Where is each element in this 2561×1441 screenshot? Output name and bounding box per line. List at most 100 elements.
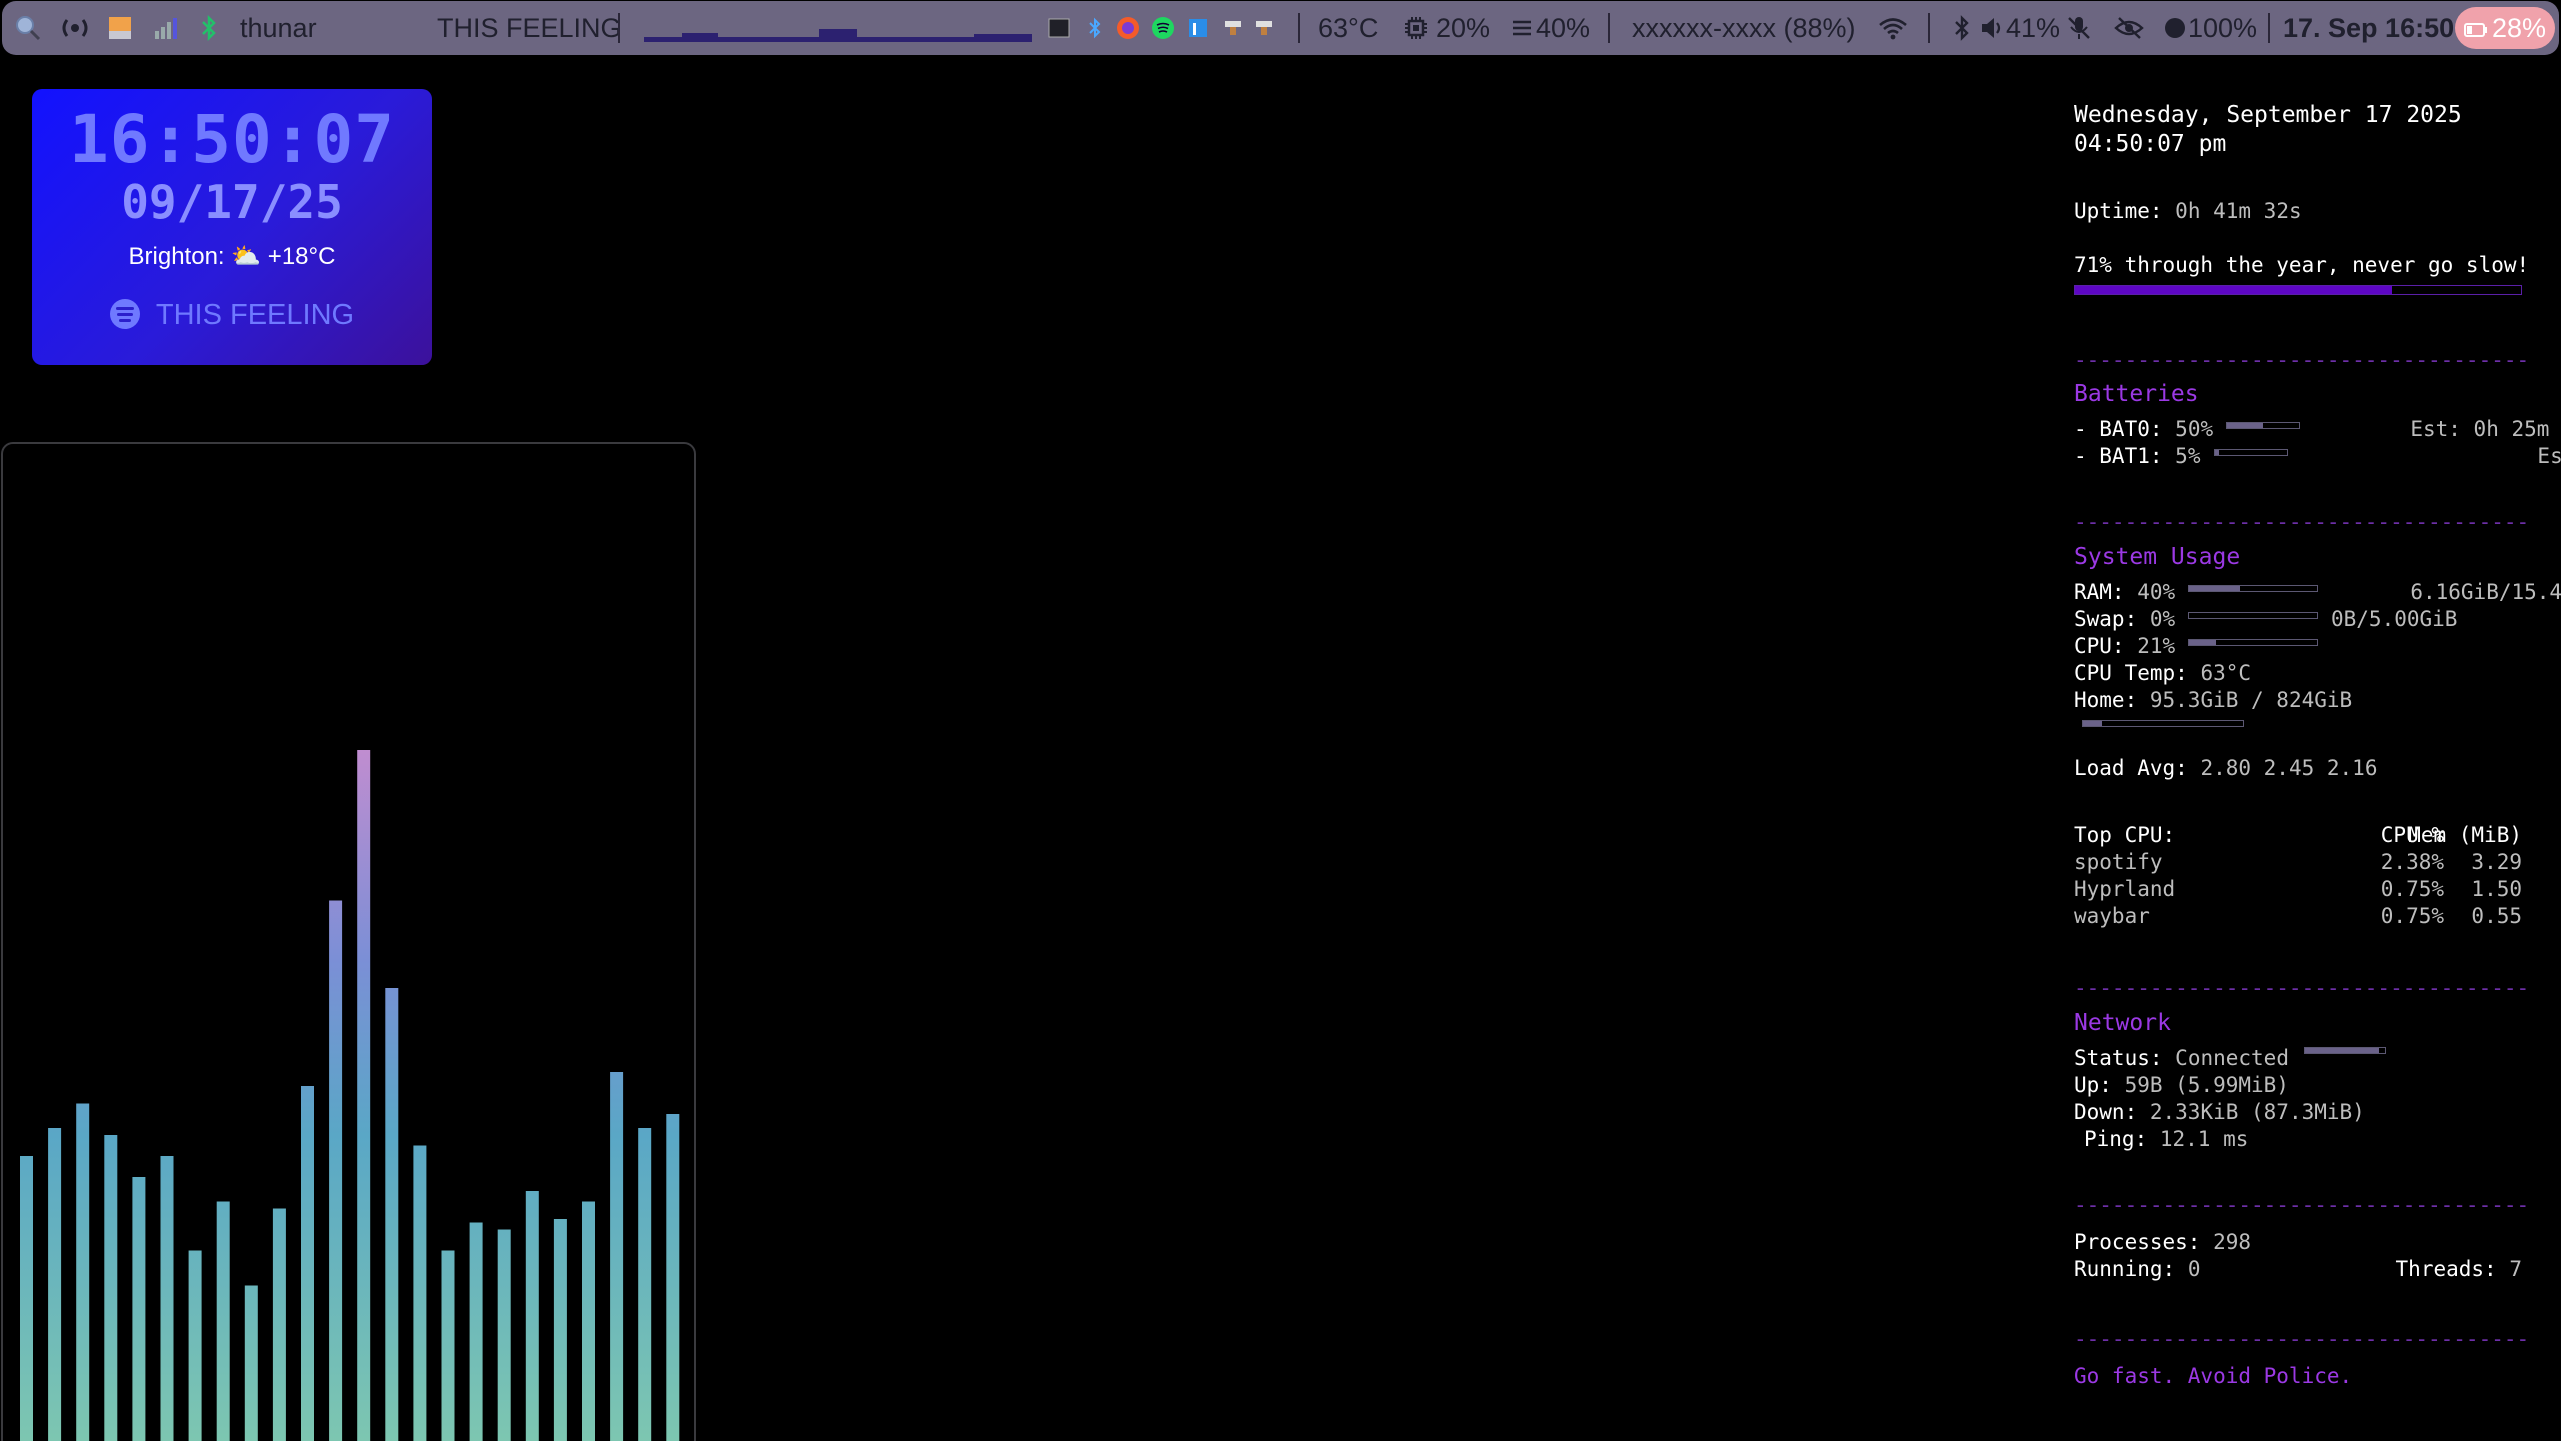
- uptime-label: Uptime:: [2074, 199, 2163, 223]
- now-playing-title[interactable]: THIS FEELING: [437, 1, 622, 55]
- system-usage-title: System Usage: [2074, 544, 2241, 570]
- bat1-value: 5%: [2175, 444, 2201, 468]
- circle-icon: [2164, 1, 2186, 55]
- clock-time: 16:50:07: [69, 101, 395, 178]
- terminal-icon[interactable]: [1048, 1, 1070, 55]
- bat1-est: Est:: [2537, 444, 2561, 468]
- network-up-row: Up: 59B (5.99MiB): [2074, 1072, 2289, 1099]
- network-down-label: Down:: [2074, 1100, 2138, 1124]
- bat0-bar: [2226, 422, 2300, 429]
- top-cpu-process-name: Hyprland: [2074, 877, 2176, 901]
- running-value: 0: [2187, 1257, 2201, 1281]
- clock-widget: 16:50:07 09/17/25 Brighton: ⛅ +18°C THIS…: [32, 89, 432, 365]
- top-cpu-process-mem: 0.55: [2471, 904, 2522, 928]
- separator: [2268, 13, 2270, 43]
- processes-row: Processes: 298: [2074, 1229, 2251, 1256]
- broadcast-icon[interactable]: [58, 1, 92, 55]
- network-status-value: Connected: [2175, 1046, 2289, 1070]
- memory-usage-value[interactable]: 40%: [1536, 1, 1590, 55]
- cpu-temp-row: CPU Temp: 63°C: [2074, 660, 2251, 687]
- visualizer-bar: [413, 1145, 427, 1441]
- cpu-value: 21%: [2137, 634, 2176, 658]
- volume-value[interactable]: 41%: [2006, 1, 2060, 55]
- visualizer-bar: [385, 988, 399, 1441]
- visualizer-bar: [48, 1128, 62, 1441]
- visualizer-bar: [582, 1201, 595, 1441]
- ping-value: 12.1 ms: [2159, 1127, 2249, 1151]
- visualizer-bar: [638, 1128, 652, 1441]
- home-bar: [2082, 720, 2244, 727]
- cpu-usage-value[interactable]: 20%: [1436, 1, 1490, 55]
- search-icon[interactable]: [14, 1, 42, 55]
- brightness-value[interactable]: 100%: [2188, 1, 2257, 55]
- visualizer-bar: [160, 1156, 174, 1441]
- visualizer-bar: [76, 1103, 90, 1441]
- network-down-value: 2.33KiB (87.3MiB): [2149, 1100, 2365, 1124]
- threads-value: 7: [2509, 1257, 2522, 1281]
- bar-audio-visualizer: [644, 1, 1032, 55]
- visualizer-bar: [272, 1208, 286, 1441]
- ram-detail: 6.16GiB/15.4GiB: [2410, 580, 2561, 604]
- menu-lines-icon: [1512, 1, 1532, 55]
- cpu-chip-icon: [1404, 1, 1428, 55]
- now-playing-title: THIS FEELING: [155, 299, 355, 331]
- speaker-icon[interactable]: [1980, 1, 2004, 55]
- threads-label: Threads:: [2395, 1257, 2497, 1281]
- load-avg-row: Load Avg: 2.80 2.45 2.16: [2074, 755, 2377, 782]
- bluetooth-icon[interactable]: [200, 1, 218, 55]
- bat0-fill: [2227, 423, 2263, 428]
- drawer-icon[interactable]: [108, 1, 132, 55]
- bat1-fill: [2215, 450, 2219, 455]
- cpu-row: CPU: 21%: [2074, 633, 2175, 660]
- temperature-value[interactable]: 63°C: [1318, 1, 1378, 55]
- cpu-temp-value: 63°C: [2200, 661, 2252, 685]
- load-avg-label: Load Avg:: [2074, 756, 2188, 780]
- desktop: thunar THIS FEELING 63°C 20% 40% xxxxxx-…: [0, 0, 2561, 1441]
- bat1-label: - BAT1:: [2074, 444, 2163, 468]
- year-progress-fill: [2075, 286, 2392, 294]
- visualizer-bar: [244, 1285, 258, 1441]
- bat0-label: - BAT0:: [2074, 417, 2163, 441]
- network-title: Network: [2074, 1010, 2171, 1036]
- battery-value: 28%: [2491, 13, 2547, 43]
- processes-label: Processes:: [2074, 1230, 2201, 1254]
- home-value: 95.3GiB / 824GiB: [2149, 688, 2353, 712]
- notes-icon[interactable]: [1187, 1, 1209, 55]
- signal-bars-icon[interactable]: [154, 1, 178, 55]
- swap-bar: [2188, 612, 2318, 619]
- threads-row: Threads: 7: [2274, 1256, 2522, 1283]
- top-cpu-process-name: waybar: [2074, 904, 2150, 928]
- top-cpu-header-mem: Mem (MiB): [2408, 823, 2522, 847]
- cpu-label: CPU:: [2074, 634, 2125, 658]
- network-status[interactable]: xxxxxx-xxxx (88%): [1632, 1, 1856, 55]
- separator: [1928, 13, 1930, 43]
- spotify-icon: [109, 299, 140, 329]
- app-icon[interactable]: [1253, 1, 1275, 55]
- ram-value: 40%: [2137, 580, 2176, 604]
- time-line: 04:50:07 pm: [2074, 131, 2227, 157]
- visualizer-bar: [20, 1156, 33, 1441]
- date-time[interactable]: 17. Sep 16:50: [2283, 1, 2454, 55]
- swap-detail: 0B/5.00GiB: [2331, 607, 2458, 631]
- processes-value: 298: [2213, 1230, 2252, 1254]
- swap-value: 0%: [2149, 607, 2176, 631]
- home-label: Home:: [2074, 688, 2138, 712]
- visualizer-bar: [469, 1222, 483, 1441]
- firefox-icon[interactable]: [1116, 1, 1140, 55]
- battery-badge[interactable]: 28%: [2455, 7, 2555, 49]
- top-cpu-process-mem: 3.29: [2471, 850, 2522, 874]
- eye-off-icon[interactable]: [2114, 1, 2144, 55]
- visualizer-bar: [132, 1177, 146, 1441]
- bluetooth-tray-icon[interactable]: [1088, 1, 1102, 55]
- visualizer-bar: [188, 1250, 202, 1441]
- network-status-label: Status:: [2074, 1046, 2163, 1070]
- separator: [1608, 13, 1610, 43]
- now-playing[interactable]: THIS FEELING: [32, 299, 432, 332]
- spotify-icon[interactable]: [1151, 1, 1175, 55]
- weather-line: Brighton: ⛅ +18°C: [128, 243, 336, 270]
- running-label: Running:: [2074, 1257, 2176, 1281]
- app-icon[interactable]: [1222, 1, 1244, 55]
- home-row: Home: 95.3GiB / 824GiB: [2074, 687, 2352, 714]
- mic-muted-icon[interactable]: [2066, 1, 2092, 55]
- bluetooth-status-icon[interactable]: [1954, 1, 1970, 55]
